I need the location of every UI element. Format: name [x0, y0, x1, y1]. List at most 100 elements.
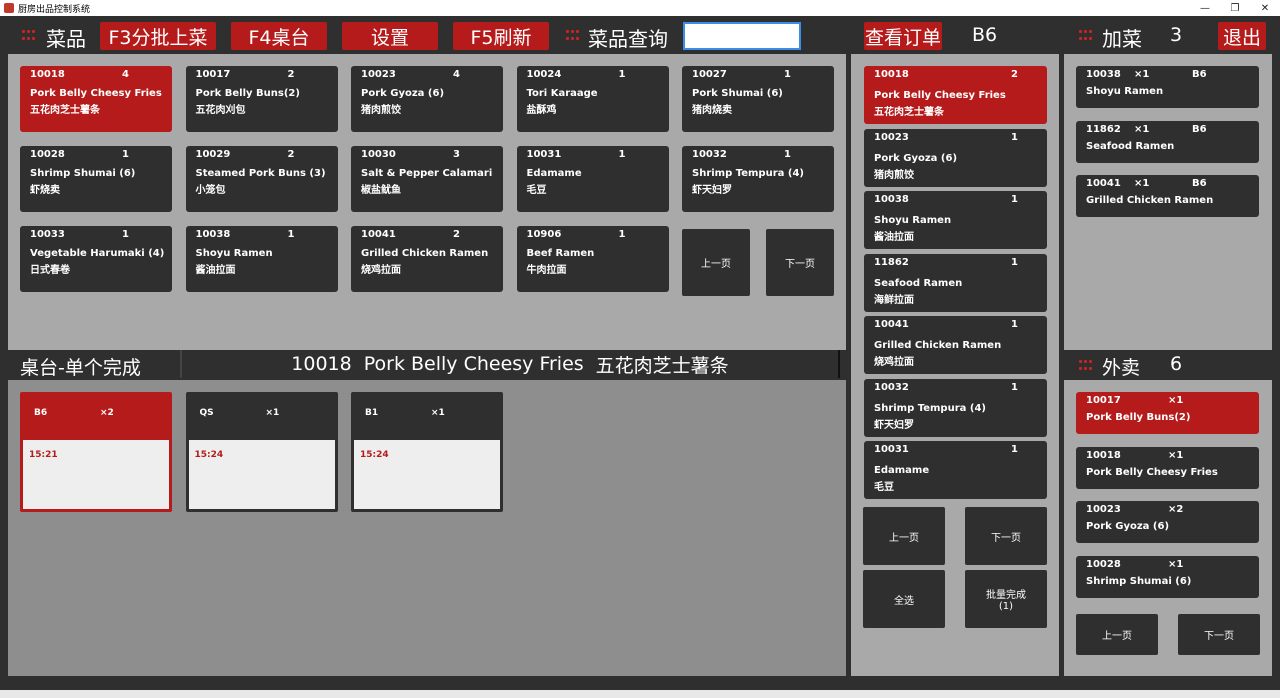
takeout-next-page-button[interactable]: 下一页: [1178, 614, 1260, 655]
dish-code: 10038: [195, 229, 231, 240]
order-next-page-button[interactable]: 下一页: [965, 507, 1047, 565]
batch-complete-button[interactable]: 批量完成 (1): [965, 570, 1047, 628]
dish-code: 10027: [692, 69, 727, 80]
dish-next-page-button[interactable]: 下一页: [766, 229, 834, 296]
order-name-zh: 毛豆: [874, 482, 894, 493]
takeout-item[interactable]: 10018 ×1 Pork Belly Cheesy Fries: [1076, 446, 1259, 489]
table-card-body: 15:24: [188, 440, 335, 509]
order-item[interactable]: 10032 1 Shrimp Tempura (4) 虾天妇罗: [864, 378, 1047, 437]
table-card[interactable]: B6 ×2 15:21: [20, 392, 172, 512]
table-name: QS: [199, 408, 214, 418]
close-icon[interactable]: ✕: [1250, 0, 1280, 16]
dish-card[interactable]: 10017 2 Pork Belly Buns(2) 五花肉刈包: [185, 66, 338, 132]
selected-dish-en: Pork Belly Cheesy Fries: [363, 353, 584, 375]
dish-name-en: Shrimp Shumai (6): [30, 168, 136, 179]
dish-card[interactable]: 10041 2 Grilled Chicken Ramen 烧鸡拉面: [351, 226, 503, 292]
dish-name-zh: 日式春卷: [30, 265, 70, 276]
table-card-body: 15:24: [354, 440, 500, 509]
dish-qty: 1: [784, 149, 791, 160]
add-dish-item[interactable]: 11862 ×1 B6 Seafood Ramen: [1076, 120, 1259, 163]
dish-card[interactable]: 10023 4 Pork Gyoza (6) 猪肉煎饺: [351, 66, 503, 132]
order-item[interactable]: 10038 1 Shoyu Ramen 酱油拉面: [864, 191, 1047, 249]
add-dish-item[interactable]: 10041 ×1 B6 Grilled Chicken Ramen: [1076, 175, 1259, 217]
dish-name-zh: 五花肉芝士薯条: [30, 105, 100, 116]
dish-card[interactable]: 10031 1 Edamame 毛豆: [516, 146, 669, 212]
selected-dish-code: 10018: [291, 353, 352, 375]
takeout-qty: ×1: [1168, 395, 1184, 406]
order-name-zh: 烧鸡拉面: [874, 357, 914, 368]
takeout-code: 10017: [1086, 395, 1121, 406]
dish-card[interactable]: 10030 3 Salt & Pepper Calamari 椒盐鱿鱼: [351, 146, 503, 212]
dish-qty: 1: [618, 69, 626, 80]
dish-card[interactable]: 10906 1 Beef Ramen 牛肉拉面: [516, 226, 669, 292]
takeout-item[interactable]: 10017 ×1 Pork Belly Buns(2): [1076, 392, 1259, 434]
select-all-button[interactable]: 全选: [863, 570, 945, 628]
order-item[interactable]: 10031 1 Edamame 毛豆: [864, 441, 1047, 499]
dish-name-en: Grilled Chicken Ramen: [361, 248, 489, 259]
dish-name-zh: 虾天妇罗: [692, 185, 732, 196]
top-toolbar: 菜品 F3分批上菜 F4桌台 设置 F5刷新 菜品查询 查看订单 B6 加菜 3…: [0, 16, 1280, 54]
table-section-title: 桌台-单个完成: [20, 357, 141, 379]
dish-code: 10032: [692, 149, 727, 160]
dish-card[interactable]: 10032 1 Shrimp Tempura (4) 虾天妇罗: [682, 146, 834, 212]
dish-qty: 2: [287, 149, 295, 160]
takeout-code: 10028: [1086, 558, 1121, 570]
dish-name-zh: 烧鸡拉面: [361, 265, 401, 276]
order-item[interactable]: 10023 1 Pork Gyoza (6) 猪肉煎饺: [864, 128, 1047, 187]
dish-code: 10028: [30, 149, 65, 160]
table-card[interactable]: QS ×1 15:24: [185, 392, 338, 512]
table-button[interactable]: F4桌台: [231, 22, 327, 50]
order-item[interactable]: 10041 1 Grilled Chicken Ramen 烧鸡拉面: [864, 316, 1047, 374]
dish-name-zh: 盐酥鸡: [526, 105, 557, 116]
table-card[interactable]: B1 ×1 15:24: [351, 392, 503, 512]
order-qty: 1: [1011, 381, 1018, 393]
dish-card[interactable]: 10029 2 Steamed Pork Buns (3) 小笼包: [185, 146, 338, 212]
takeout-qty: ×2: [1168, 504, 1184, 515]
dish-card[interactable]: 10033 1 Vegetable Harumaki (4) 日式春卷: [20, 226, 172, 292]
order-prev-page-button[interactable]: 上一页: [863, 507, 945, 565]
add-dish-table: B6: [1192, 69, 1207, 80]
dish-code: 10041: [361, 229, 396, 240]
takeout-prev-page-button[interactable]: 上一页: [1076, 614, 1158, 655]
selected-dish-zh: 五花肉芝士薯条: [595, 354, 729, 377]
grip-icon: [22, 30, 36, 42]
title-bar: 厨房出品控制系统 — ❐ ✕: [0, 0, 1280, 16]
refresh-button[interactable]: F5刷新: [453, 22, 549, 50]
dish-qty: 3: [453, 149, 460, 160]
minimize-icon[interactable]: —: [1190, 0, 1220, 16]
dish-code: 10906: [526, 229, 562, 240]
dish-card[interactable]: 10038 1 Shoyu Ramen 酱油拉面: [185, 226, 338, 292]
dish-label: 菜品: [46, 27, 86, 51]
dish-card[interactable]: 10018 4 Pork Belly Cheesy Fries 五花肉芝士薯条: [20, 66, 172, 132]
add-dish-qty: ×1: [1134, 69, 1150, 80]
status-strip: [0, 690, 1280, 698]
dish-qty: 1: [784, 69, 791, 80]
dish-qty: 1: [287, 229, 295, 240]
dish-prev-page-button[interactable]: 上一页: [682, 229, 750, 296]
dish-card[interactable]: 10024 1 Tori Karaage 盐酥鸡: [516, 66, 669, 132]
order-item[interactable]: 10018 2 Pork Belly Cheesy Fries 五花肉芝士薯条: [864, 66, 1047, 124]
dish-qty: 1: [122, 229, 129, 240]
restore-icon[interactable]: ❐: [1220, 0, 1250, 16]
dish-search-input[interactable]: [683, 22, 801, 50]
takeout-item[interactable]: 10023 ×2 Pork Gyoza (6): [1076, 501, 1259, 543]
order-name-zh: 虾天妇罗: [874, 419, 914, 431]
settings-button[interactable]: 设置: [342, 22, 438, 50]
dish-card[interactable]: 10028 1 Shrimp Shumai (6) 虾烧卖: [20, 146, 172, 212]
takeout-item[interactable]: 10028 ×1 Shrimp Shumai (6): [1076, 555, 1259, 598]
add-dish-name: Seafood Ramen: [1086, 140, 1175, 152]
order-qty: 1: [1011, 319, 1018, 330]
add-dish-qty: ×1: [1134, 178, 1150, 189]
add-dish-item[interactable]: 10038 ×1 B6 Shoyu Ramen: [1076, 66, 1259, 108]
order-qty: 1: [1011, 444, 1018, 455]
exit-button[interactable]: 退出: [1218, 22, 1266, 50]
dish-card[interactable]: 10027 1 Pork Shumai (6) 猪肉烧卖: [682, 66, 834, 132]
view-order-button[interactable]: 查看订单: [864, 22, 942, 50]
dish-name-zh: 五花肉刈包: [195, 105, 246, 116]
batch-serve-button[interactable]: F3分批上菜: [100, 22, 216, 50]
dish-code: 10030: [361, 149, 396, 160]
add-dish-code: 11862: [1086, 123, 1121, 135]
order-code: 10023: [874, 131, 909, 143]
order-item[interactable]: 11862 1 Seafood Ramen 海鲜拉面: [864, 253, 1047, 312]
dish-code: 10017: [195, 69, 231, 80]
